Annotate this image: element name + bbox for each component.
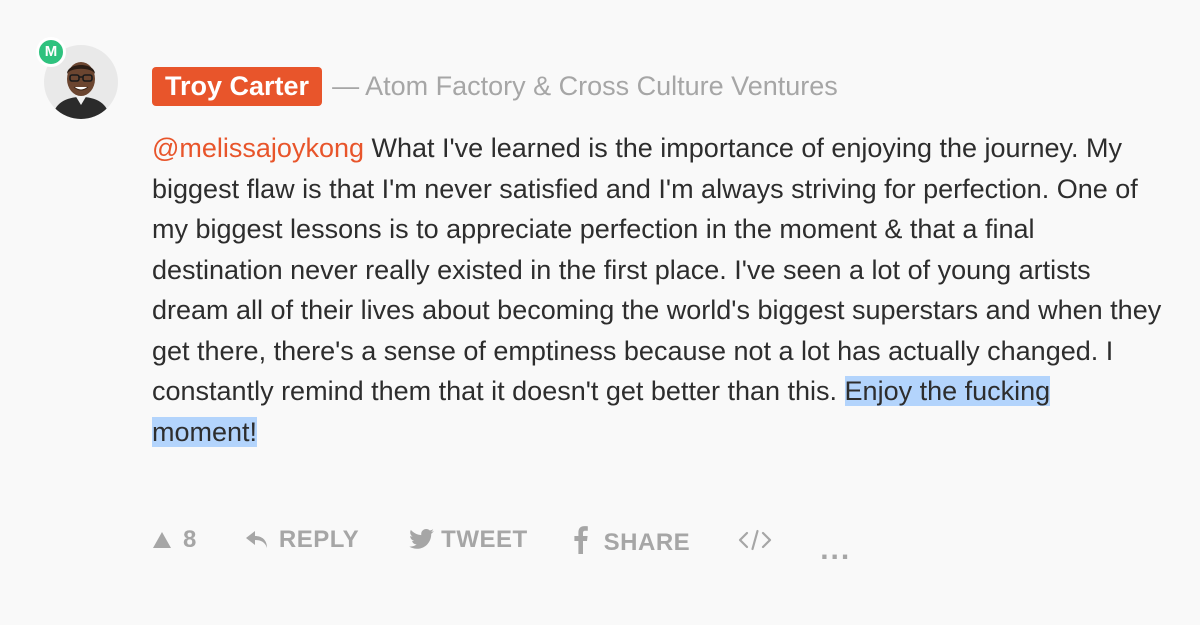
comment-actions: 8 REPLY TWEET SHARE ... [152, 518, 851, 566]
tweet-button[interactable]: TWEET [407, 526, 528, 554]
code-icon [738, 529, 772, 551]
more-options-button[interactable]: ... [820, 533, 851, 567]
upvote-count: 8 [183, 526, 197, 553]
upvote-button[interactable]: 8 [152, 526, 197, 554]
comment-header: Troy Carter — Atom Factory & Cross Cultu… [152, 67, 838, 106]
embed-button[interactable] [738, 529, 772, 551]
author-headline: — Atom Factory & Cross Culture Ventures [332, 71, 838, 101]
reply-button[interactable]: REPLY [245, 526, 359, 554]
facebook-f-icon [574, 526, 588, 554]
ellipsis-icon: ... [820, 533, 852, 566]
twitter-bird-icon [407, 528, 435, 552]
reply-arrow-icon [245, 529, 269, 551]
reply-label: REPLY [278, 526, 360, 553]
triangle-up-icon [152, 531, 172, 549]
share-label: SHARE [603, 529, 691, 556]
comment-body: @melissajoykong What I've learned is the… [152, 128, 1162, 452]
author-avatar-container[interactable]: M [36, 37, 118, 119]
share-button[interactable]: SHARE [574, 526, 691, 556]
tweet-label: TWEET [441, 526, 528, 553]
author-name[interactable]: Troy Carter [152, 67, 323, 106]
comment-text: What I've learned is the importance of e… [152, 133, 1162, 406]
user-mention-link[interactable]: @melissajoykong [152, 133, 364, 163]
maker-badge: M [36, 37, 66, 67]
